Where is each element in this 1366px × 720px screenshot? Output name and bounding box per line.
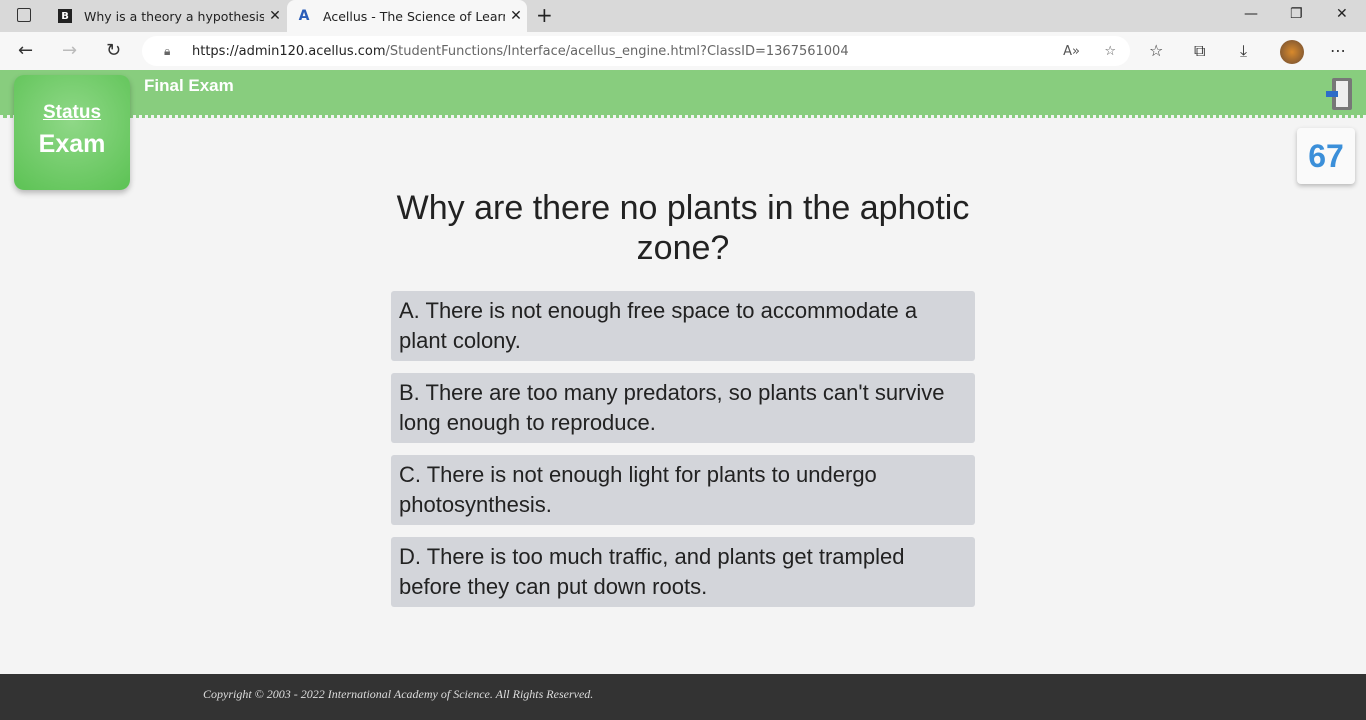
favorites-icon[interactable]: ☆ bbox=[1149, 41, 1163, 60]
status-value: Exam bbox=[38, 130, 106, 158]
answer-option-a[interactable]: A. There is not enough free space to acc… bbox=[391, 291, 975, 361]
tab-actions-icon[interactable] bbox=[17, 8, 31, 22]
url-host: https://admin120.acellus.com bbox=[192, 43, 386, 59]
answer-option-b[interactable]: B. There are too many predators, so plan… bbox=[391, 373, 975, 443]
close-window-icon[interactable]: ✕ bbox=[1336, 6, 1348, 22]
page-title: Final Exam bbox=[144, 76, 234, 95]
profile-avatar[interactable] bbox=[1280, 40, 1304, 64]
status-label[interactable]: Status bbox=[14, 102, 130, 124]
answer-option-c[interactable]: C. There is not enough light for plants … bbox=[391, 455, 975, 525]
tab-title: Acellus - The Science of Learning bbox=[323, 8, 505, 24]
exit-door-icon[interactable] bbox=[1326, 78, 1352, 110]
minimize-icon[interactable]: — bbox=[1244, 6, 1258, 22]
address-bar: ← → ↻ 🔒︎ https://admin120.acellus.com/St… bbox=[0, 32, 1366, 70]
tab-acellus[interactable]: A Acellus - The Science of Learning ✕ bbox=[287, 0, 527, 32]
downloads-icon[interactable]: ⤓ bbox=[1240, 41, 1247, 61]
close-tab-icon[interactable]: ✕ bbox=[505, 8, 527, 24]
collections-icon[interactable]: ⧉ bbox=[1194, 41, 1205, 61]
back-icon[interactable]: ← bbox=[18, 40, 33, 61]
read-aloud-icon[interactable]: A» bbox=[1063, 44, 1080, 59]
status-badge[interactable]: Status Exam bbox=[14, 75, 130, 190]
copyright-text: Copyright © 2003 - 2022 International Ac… bbox=[203, 687, 594, 701]
exam-header: Final Exam bbox=[0, 70, 1366, 118]
tab-title: Why is a theory a hypothesis? - B bbox=[84, 8, 264, 24]
restore-icon[interactable]: ❐ bbox=[1290, 6, 1303, 22]
tab-bar: B Why is a theory a hypothesis? - B ✕ A … bbox=[0, 0, 1366, 32]
acellus-favicon-icon: A bbox=[298, 8, 310, 24]
brainly-favicon-icon: B bbox=[58, 9, 72, 23]
footer: Copyright © 2003 - 2022 International Ac… bbox=[0, 674, 1366, 720]
forward-icon[interactable]: → bbox=[62, 40, 77, 61]
question-counter: 67 bbox=[1297, 128, 1355, 184]
answer-option-d[interactable]: D. There is too much traffic, and plants… bbox=[391, 537, 975, 607]
lock-icon: 🔒︎ bbox=[164, 43, 171, 58]
new-tab-icon[interactable]: + bbox=[536, 3, 553, 27]
close-tab-icon[interactable]: ✕ bbox=[264, 8, 286, 24]
tab-brainly[interactable]: B Why is a theory a hypothesis? - B ✕ bbox=[50, 0, 286, 32]
more-menu-icon[interactable]: ⋯ bbox=[1330, 41, 1346, 60]
refresh-icon[interactable]: ↻ bbox=[106, 40, 121, 61]
add-favorite-icon[interactable]: ☆ bbox=[1104, 44, 1116, 59]
question-text: Why are there no plants in the aphotic z… bbox=[396, 189, 970, 267]
url-path: /StudentFunctions/Interface/acellus_engi… bbox=[385, 43, 849, 59]
url-input[interactable]: 🔒︎ https://admin120.acellus.com/StudentF… bbox=[142, 36, 1130, 66]
